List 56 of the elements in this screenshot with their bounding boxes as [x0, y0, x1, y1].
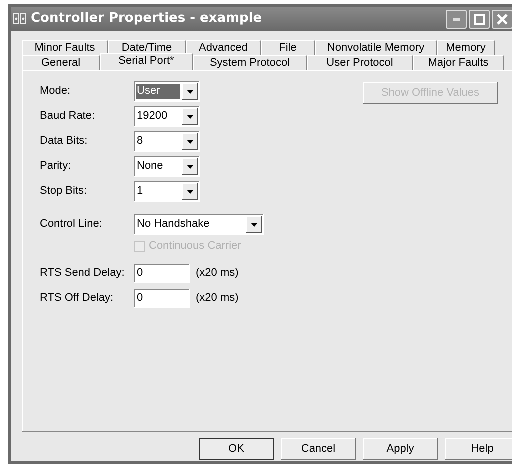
dialog-button[interactable]: Apply	[363, 438, 438, 460]
dropdown-value: 8	[136, 134, 144, 149]
input-field[interactable]: 0	[134, 289, 190, 308]
unit-label: (x20 ms)	[196, 291, 239, 306]
dropdown[interactable]: 8	[134, 131, 200, 152]
caret-icon	[186, 140, 194, 144]
dropdown-arrow-button[interactable]	[182, 183, 198, 200]
maximize-icon	[474, 14, 485, 24]
field-label: Data Bits:	[40, 134, 89, 150]
dropdown[interactable]: 19200	[134, 106, 200, 127]
input-field[interactable]: 0	[134, 264, 190, 283]
caret-icon	[186, 114, 194, 118]
dialog-button[interactable]: Cancel	[281, 438, 356, 460]
checkbox-label: Continuous Carrier	[149, 238, 242, 254]
dropdown-arrow-button[interactable]	[182, 108, 198, 125]
app-icon	[13, 12, 27, 26]
tab[interactable]: System Protocol	[193, 55, 307, 70]
dropdown-arrow-button[interactable]	[182, 83, 198, 100]
dropdown-value: No Handshake	[136, 217, 211, 232]
tab[interactable]: File	[261, 40, 315, 55]
tab[interactable]: Serial Port*	[100, 53, 193, 70]
tab[interactable]: Nonvolatile Memory	[315, 40, 437, 55]
dropdown-value: 1	[136, 184, 144, 199]
window-title: Controller Properties - example	[31, 10, 262, 28]
dropdown-value: User	[136, 84, 180, 99]
field-label: Control Line:	[40, 217, 104, 232]
dropdown[interactable]: None	[134, 156, 200, 177]
caret-icon	[186, 164, 194, 168]
dropdown-arrow-button[interactable]	[246, 216, 262, 233]
minimize-icon	[453, 18, 460, 20]
dialog-button[interactable]: OK	[199, 438, 274, 460]
field-label: Mode:	[40, 84, 72, 100]
close-button[interactable]	[492, 10, 512, 28]
caret-icon	[186, 190, 194, 194]
dialog-button[interactable]: Help	[445, 438, 512, 460]
field-label: Stop Bits:	[40, 184, 88, 200]
minimize-button[interactable]	[446, 10, 467, 28]
tab[interactable]: Major Faults	[413, 55, 504, 70]
close-icon	[497, 14, 508, 24]
dropdown-value: 19200	[136, 109, 169, 124]
tab[interactable]: User Protocol	[307, 55, 413, 70]
unit-label: (x20 ms)	[196, 266, 239, 282]
maximize-button[interactable]	[469, 10, 490, 28]
dropdown[interactable]: No Handshake	[134, 214, 264, 235]
caret-icon	[186, 90, 194, 94]
dropdown-arrow-button[interactable]	[182, 158, 198, 175]
dropdown[interactable]: 1	[134, 181, 200, 202]
caret-icon	[250, 222, 258, 226]
dropdown-value: None	[136, 159, 164, 174]
field-label: Parity:	[40, 159, 72, 174]
field-label: Baud Rate:	[40, 109, 96, 124]
field-label: RTS Off Delay:	[40, 291, 115, 306]
dropdown-arrow-button[interactable]	[182, 133, 198, 150]
tab[interactable]: Memory	[437, 40, 495, 55]
field-label: RTS Send Delay:	[40, 266, 126, 282]
dropdown[interactable]: User	[134, 81, 200, 102]
